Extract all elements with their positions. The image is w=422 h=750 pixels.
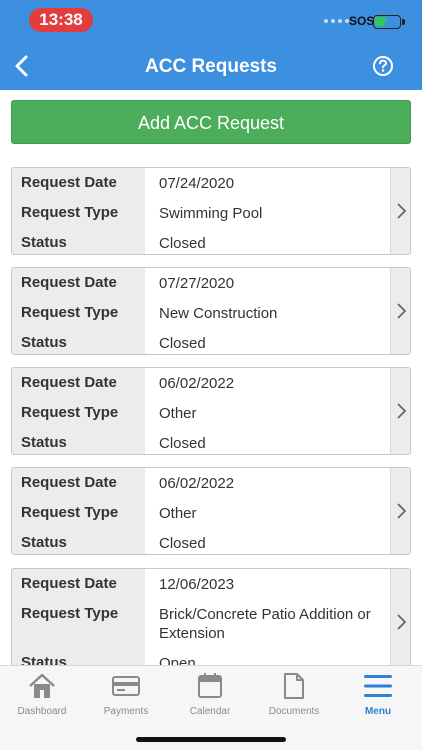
request-date-label: Request Date [21,274,117,291]
request-card[interactable]: Request Date 07/24/2020 Request Type Swimm… [11,167,411,255]
request-type-label: Request Type [21,504,119,521]
chevron-right-icon [396,503,406,519]
open-request-button[interactable] [390,468,410,554]
battery-icon: ⚡ [373,13,405,29]
home-indicator[interactable] [136,737,286,742]
calendar-icon [198,673,222,698]
signal-icon [324,19,349,23]
credit-card-icon [112,676,140,696]
page-title: ACC Requests [145,56,277,77]
add-acc-request-button[interactable]: Add ACC Request [11,100,411,144]
chevron-right-icon [396,203,406,219]
help-button[interactable] [369,52,397,80]
request-type-value: Brick/Concrete Patio Addition or Extensi… [159,606,371,642]
tab-label: Payments [103,706,149,717]
tab-label: Documents [268,706,320,717]
status-value: Closed [159,335,206,352]
status-bar: 13:38 SOS ⚡ [0,0,422,42]
tab-menu[interactable]: Menu [336,670,420,720]
open-request-button[interactable] [390,569,410,675]
request-date-label: Request Date [21,474,117,491]
tab-label: Dashboard [17,706,67,717]
status-label: Status [21,234,67,251]
request-date-value: 07/24/2020 [159,175,235,192]
request-date-label: Request Date [21,575,117,592]
tab-documents[interactable]: Documents [252,670,336,720]
request-type-value: Other [159,505,197,522]
tab-label: Calendar [189,706,231,717]
request-card[interactable]: Request Date 06/02/2022 Request Type Other… [11,367,411,455]
request-date-value: 06/02/2022 [159,375,235,392]
request-card[interactable]: Request Date 07/27/2020 Request Type New C… [11,267,411,355]
request-date-value: 12/06/2023 [159,576,235,593]
request-card[interactable]: Request Date 12/06/2023 Request Type Brick… [11,568,411,676]
carrier-label: SOS [349,14,375,28]
request-type-value: Other [159,405,197,422]
status-value: Closed [159,435,206,452]
tab-payments[interactable]: Payments [84,670,168,720]
request-type-label: Request Type [21,605,119,622]
request-type-value: Swimming Pool [159,205,263,222]
navigation-bar: ACC Requests [0,42,422,90]
open-request-button[interactable] [390,268,410,354]
tab-label: Menu [364,706,392,717]
tab-calendar[interactable]: Calendar [168,670,252,720]
open-request-button[interactable] [390,168,410,254]
request-card[interactable]: Request Date 06/02/2022 Request Type Other… [11,467,411,555]
status-label: Status [21,534,67,551]
home-icon [29,673,55,698]
menu-icon [364,675,392,697]
document-icon [284,673,304,699]
tab-dashboard[interactable]: Dashboard [0,670,84,720]
request-type-value: New Construction [159,305,278,322]
request-type-label: Request Type [21,304,119,321]
chevron-right-icon [396,614,406,630]
request-date-value: 07/27/2020 [159,275,235,292]
help-circle-icon [373,56,393,76]
chevron-right-icon [396,403,406,419]
status-time: 13:38 [29,8,93,32]
chevron-right-icon [396,303,406,319]
request-type-label: Request Type [21,204,119,221]
status-value: Closed [159,235,206,252]
request-date-label: Request Date [21,174,117,191]
status-value: Closed [159,535,206,552]
status-label: Status [21,434,67,451]
status-label: Status [21,334,67,351]
request-date-label: Request Date [21,374,117,391]
request-type-label: Request Type [21,404,119,421]
app-header: 13:38 SOS ⚡ ACC Requests [0,0,422,90]
request-date-value: 06/02/2022 [159,475,235,492]
open-request-button[interactable] [390,368,410,454]
